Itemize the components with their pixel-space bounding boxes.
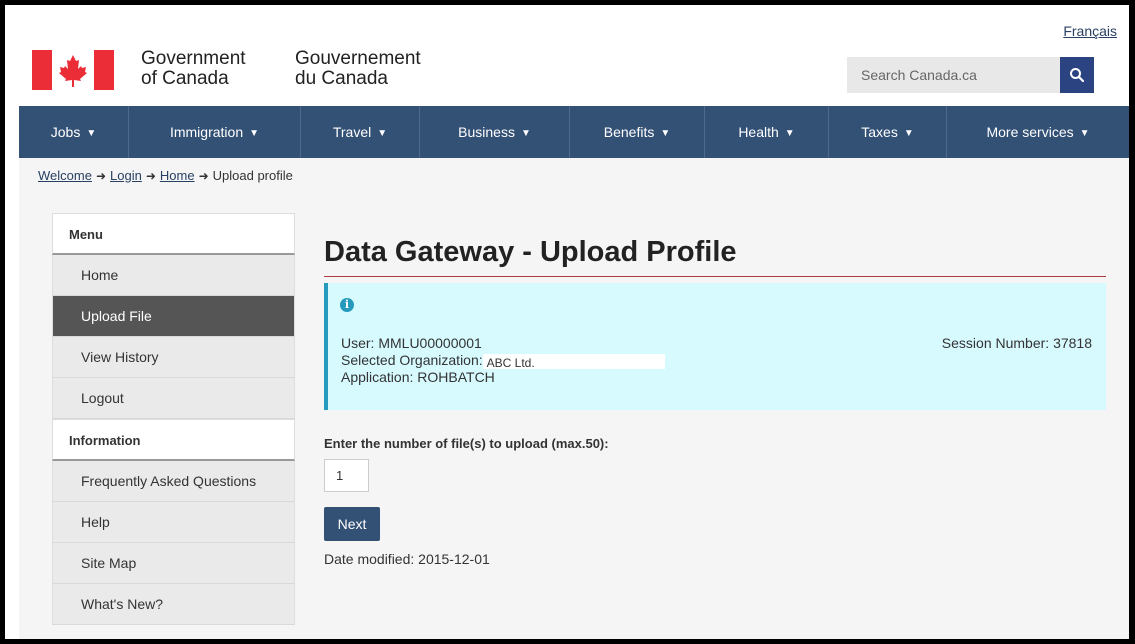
- search-button[interactable]: [1060, 57, 1094, 93]
- sidebar-heading-information: Information: [52, 419, 295, 461]
- search-box: [847, 57, 1094, 93]
- chevron-down-icon: ▼: [784, 127, 795, 139]
- breadcrumb-login-link[interactable]: Login: [110, 168, 142, 183]
- content-area: Menu Home Upload File View History Logou…: [19, 196, 1129, 639]
- nav-item-business[interactable]: Business ▼: [420, 106, 570, 158]
- nav-item-label: Business: [458, 124, 515, 140]
- chevron-down-icon: ▼: [86, 127, 97, 139]
- sidebar-item-home[interactable]: Home: [52, 255, 295, 296]
- breadcrumb-home-link[interactable]: Home: [160, 168, 195, 183]
- sidebar-item-site-map[interactable]: Site Map: [52, 543, 295, 584]
- nav-item-benefits[interactable]: Benefits ▼: [570, 106, 705, 158]
- nav-item-label: Health: [738, 124, 779, 140]
- organization-value: ABC Ltd.: [482, 354, 665, 370]
- nav-item-label: Benefits: [603, 124, 655, 140]
- sidebar-item-whats-new[interactable]: What's New?: [52, 584, 295, 625]
- sidebar-heading-menu: Menu: [52, 213, 295, 255]
- nav-item-label: More services: [986, 124, 1074, 140]
- nav-item-label: Travel: [332, 124, 372, 140]
- nav-item-more-services[interactable]: More services ▼: [947, 106, 1129, 158]
- info-details: User: MMLU00000001 Selected Organization…: [341, 335, 665, 386]
- nav-item-immigration[interactable]: Immigration ▼: [129, 106, 301, 158]
- canada-flag-icon: [32, 50, 114, 90]
- sidebar-item-view-history[interactable]: View History: [52, 337, 295, 378]
- organization-label: Selected Organization:: [341, 352, 483, 368]
- search-icon: [1070, 68, 1085, 83]
- chevron-down-icon: ▼: [1079, 127, 1090, 139]
- page-title: Data Gateway - Upload Profile: [324, 236, 737, 268]
- nav-item-jobs[interactable]: Jobs ▼: [19, 106, 129, 158]
- search-input[interactable]: [847, 57, 1084, 93]
- breadcrumb-current: Upload profile: [212, 168, 293, 183]
- selected-organization-row: Selected Organization: ABC Ltd.: [341, 352, 665, 370]
- info-panel: i User: MMLU00000001 Selected Organizati…: [324, 283, 1106, 410]
- breadcrumb: Welcome ➜ Login ➜ Home ➜ Upload profile: [19, 158, 1129, 196]
- file-count-label: Enter the number of file(s) to upload (m…: [324, 436, 609, 451]
- next-button[interactable]: Next: [324, 507, 380, 541]
- sidebar-item-upload-file[interactable]: Upload File: [52, 296, 295, 337]
- user-id-text: User: MMLU00000001: [341, 335, 482, 351]
- wordmark-fr-line2: du Canada: [295, 68, 388, 89]
- info-icon: i: [340, 298, 354, 312]
- chevron-down-icon: ▼: [377, 127, 388, 139]
- nav-item-travel[interactable]: Travel ▼: [301, 106, 420, 158]
- chevron-down-icon: ▼: [660, 127, 671, 139]
- sidebar: Menu Home Upload File View History Logou…: [52, 213, 295, 625]
- title-divider: [324, 276, 1106, 277]
- chevron-down-icon: ▼: [520, 127, 531, 139]
- nav-item-health[interactable]: Health ▼: [705, 106, 829, 158]
- sidebar-item-logout[interactable]: Logout: [52, 378, 295, 419]
- government-of-canada-wordmark-en[interactable]: Government of Canada: [141, 49, 246, 89]
- file-count-input[interactable]: [324, 459, 369, 492]
- arrow-right-icon: ➜: [145, 169, 156, 183]
- breadcrumb-welcome-link[interactable]: Welcome: [38, 168, 92, 183]
- sidebar-item-help[interactable]: Help: [52, 502, 295, 543]
- language-toggle-link[interactable]: Français: [1063, 23, 1117, 39]
- chevron-down-icon: ▼: [249, 127, 260, 139]
- nav-item-label: Taxes: [861, 124, 898, 140]
- application-text: Application: ROHBATCH: [341, 369, 495, 385]
- sidebar-item-faq[interactable]: Frequently Asked Questions: [52, 461, 295, 502]
- main-navigation: Jobs ▼ Immigration ▼ Travel ▼ Business ▼ Ben…: [19, 106, 1129, 158]
- browser-frame: Français Government of Canada Gouverneme…: [0, 0, 1135, 644]
- date-modified: Date modified: 2015-12-01: [324, 551, 490, 567]
- nav-item-taxes[interactable]: Taxes ▼: [829, 106, 947, 158]
- wordmark-fr-line1: Gouvernement: [295, 48, 421, 69]
- government-of-canada-wordmark-fr[interactable]: Gouvernement du Canada: [295, 49, 421, 89]
- nav-item-label: Immigration: [169, 124, 244, 140]
- arrow-right-icon: ➜: [198, 169, 209, 183]
- wordmark-en-line2: of Canada: [141, 68, 229, 89]
- wordmark-en-line1: Government: [141, 48, 246, 69]
- nav-item-label: Jobs: [50, 124, 81, 140]
- arrow-right-icon: ➜: [95, 169, 107, 183]
- chevron-down-icon: ▼: [903, 127, 914, 139]
- session-number-text: Session Number: 37818: [941, 335, 1092, 351]
